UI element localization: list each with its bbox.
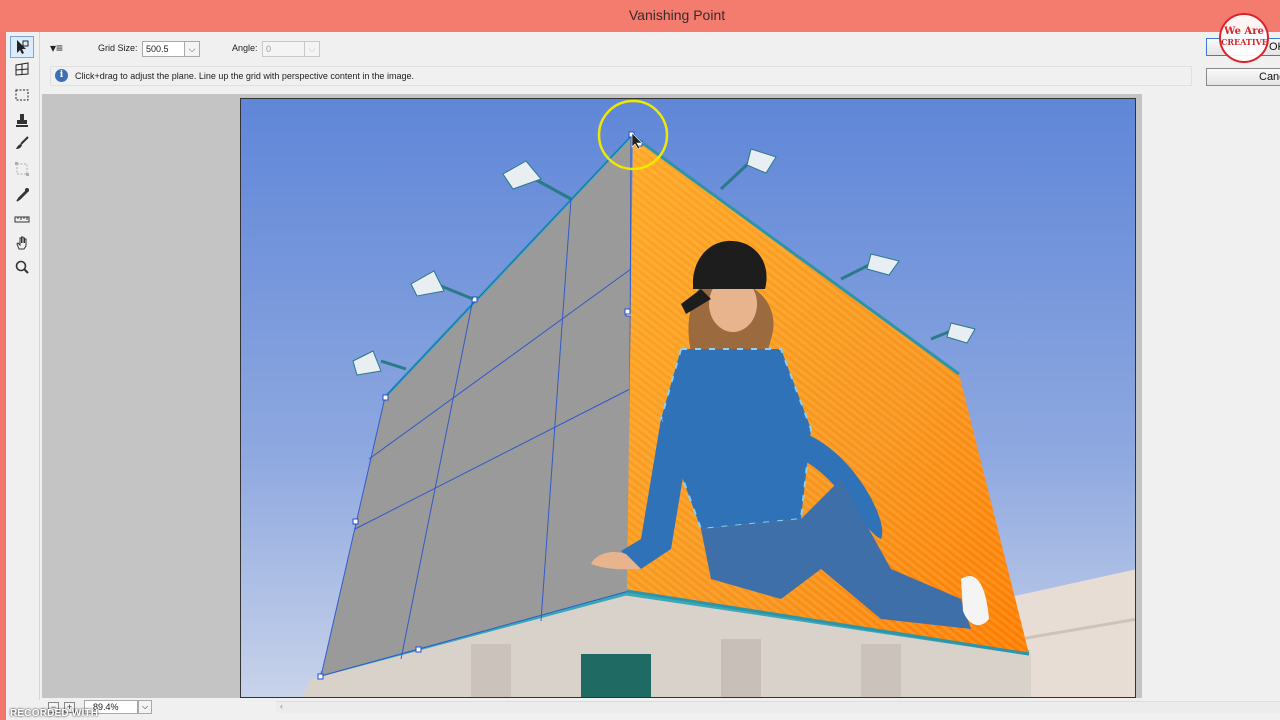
eyedropper-icon — [16, 188, 29, 202]
scroll-left-icon[interactable]: ‹ — [280, 701, 283, 711]
stamp-tool[interactable] — [10, 110, 34, 132]
preview-canvas[interactable] — [42, 94, 1142, 698]
angle-dropdown-icon: ⌵ — [304, 41, 320, 57]
cancel-button[interactable]: Cancel — [1206, 68, 1280, 86]
scene-illustration — [241, 99, 1135, 697]
hand-icon — [16, 236, 27, 250]
marquee-tool[interactable] — [10, 84, 34, 106]
window-title: Vanishing Point — [628, 7, 726, 23]
logo-line-1: We Are — [1224, 26, 1264, 37]
magnifier-icon — [15, 260, 29, 274]
angle-label: Angle: — [232, 43, 258, 53]
dashed-rect-icon — [15, 89, 29, 101]
grid-plus-icon — [15, 62, 29, 76]
status-bar: − + 89.4% ⌵ ‹ — [6, 700, 1280, 720]
horizontal-scrollbar[interactable]: ‹ — [276, 701, 1280, 713]
tool-panel — [6, 32, 40, 700]
we-are-creative-logo: We Are CREATIVE — [1219, 13, 1269, 63]
transform-tool[interactable] — [10, 158, 34, 180]
title-bar[interactable]: Vanishing Point — [0, 0, 1280, 32]
info-icon: i — [55, 69, 68, 82]
stamp-icon — [16, 114, 28, 127]
grid-size-dropdown-icon[interactable]: ⌵ — [184, 41, 200, 57]
create-plane-tool[interactable] — [10, 58, 34, 80]
angle-field: 0 — [262, 41, 306, 57]
dialog-body: ▾≡ Grid Size: 500.5 ⌵ Angle: 0 ⌵ i Click… — [6, 32, 1280, 720]
info-bar: i Click+drag to adjust the plane. Line u… — [50, 66, 1192, 86]
zoom-dropdown-icon[interactable]: ⌵ — [138, 700, 152, 714]
brush-icon — [16, 136, 29, 149]
billboard-photo[interactable] — [240, 98, 1136, 698]
logo-line-2: CREATIVE — [1221, 37, 1268, 47]
info-text: Click+drag to adjust the plane. Line up … — [75, 71, 414, 81]
recorded-with-watermark: RECORDED WITH — [10, 708, 99, 719]
brush-tool[interactable] — [10, 132, 34, 154]
eyedropper-tool[interactable] — [10, 184, 34, 206]
grid-size-field[interactable]: 500.5 — [142, 41, 186, 57]
zoom-tool[interactable] — [10, 256, 34, 278]
hand-tool[interactable] — [10, 232, 34, 254]
measure-tool[interactable] — [10, 208, 34, 230]
edit-plane-tool[interactable] — [10, 36, 34, 58]
vanishing-point-window: Vanishing Point ▾≡ Grid Size: 500.5 ⌵ An… — [0, 0, 1280, 720]
arrow-cursor-icon — [17, 40, 29, 54]
tool-options-bar: ▾≡ Grid Size: 500.5 ⌵ Angle: 0 ⌵ — [42, 32, 1280, 62]
ruler-icon — [14, 216, 30, 223]
flyout-menu-icon[interactable]: ▾≡ — [50, 41, 63, 55]
grid-size-label: Grid Size: — [98, 43, 138, 53]
transform-icon — [15, 162, 29, 176]
